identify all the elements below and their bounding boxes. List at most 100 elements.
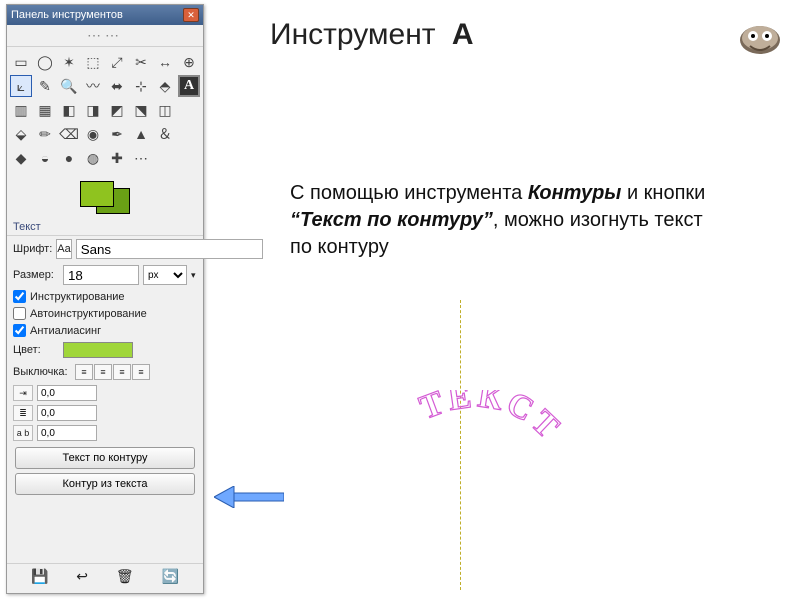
tool-zoom[interactable]: 🔍 bbox=[58, 75, 80, 97]
save-options-icon[interactable]: 💾 bbox=[31, 568, 48, 585]
tool-ellipse-select[interactable]: ◯ bbox=[34, 51, 56, 73]
indent-icon: ⇥ bbox=[13, 385, 33, 401]
line-spacing-row: ≣ bbox=[7, 403, 203, 423]
gimp-mascot-icon bbox=[730, 10, 790, 60]
description-text: С помощью инструмента Контуры и кнопки “… bbox=[290, 180, 730, 261]
indent-input[interactable] bbox=[37, 385, 97, 401]
tool-paths[interactable]: ⊕ bbox=[178, 51, 200, 73]
antialias-checkbox[interactable] bbox=[13, 324, 26, 337]
pointer-arrow-icon bbox=[214, 486, 284, 508]
tool-extra3[interactable]: ⋯ bbox=[130, 147, 152, 169]
tool-by-color[interactable]: ⤢ bbox=[106, 51, 128, 73]
font-picker-button[interactable]: Aa bbox=[56, 239, 71, 259]
antialias-label: Антиалиасинг bbox=[30, 325, 101, 337]
antialias-row: Антиалиасинг bbox=[7, 322, 203, 339]
titlebar[interactable]: Панель инструментов ✕ bbox=[7, 5, 203, 25]
page-title: Инструмент А bbox=[270, 18, 474, 52]
autohint-row: Автоинструктирование bbox=[7, 305, 203, 322]
gimp-logo-small: ⋯⋯ bbox=[7, 25, 203, 47]
path-from-text-button[interactable]: Контур из текста bbox=[15, 473, 195, 495]
panel-title: Панель инструментов bbox=[11, 9, 123, 21]
justify-center-icon[interactable]: ≡ bbox=[113, 364, 131, 380]
autohint-checkbox[interactable] bbox=[13, 307, 26, 320]
tool-clone[interactable]: ▲ bbox=[130, 123, 152, 145]
color-swatches[interactable] bbox=[7, 173, 203, 219]
font-label: Шрифт: bbox=[13, 243, 52, 255]
autohint-label: Автоинструктирование bbox=[30, 308, 147, 320]
tool-heal[interactable]: ＆ bbox=[154, 123, 176, 145]
delete-options-icon[interactable]: 🗑 bbox=[116, 568, 134, 585]
reset-options-icon[interactable]: 🔄 bbox=[162, 568, 179, 585]
dropdown-icon[interactable]: ▾ bbox=[191, 270, 196, 281]
section-text-label: Текст bbox=[7, 219, 203, 236]
hinting-row: Инструктирование bbox=[7, 288, 203, 305]
tool-airbrush[interactable]: ◉ bbox=[82, 123, 104, 145]
tool-pencil[interactable]: ⬙ bbox=[10, 123, 32, 145]
restore-options-icon[interactable]: ↩ bbox=[76, 568, 88, 585]
letter-spacing-icon: a b bbox=[13, 425, 33, 441]
tool-align[interactable]: ⬌ bbox=[106, 75, 128, 97]
size-row: Размер: px ▾ bbox=[7, 262, 203, 288]
justify-right-icon[interactable]: ≡ bbox=[94, 364, 112, 380]
tool-empty-3 bbox=[154, 147, 176, 169]
svg-text:ТЕКСТ: ТЕКСТ bbox=[415, 390, 569, 448]
tool-flip[interactable]: ◨ bbox=[82, 99, 104, 121]
tool-crop[interactable]: ⊹ bbox=[130, 75, 152, 97]
close-icon[interactable]: ✕ bbox=[183, 8, 199, 22]
justify-label: Выключка: bbox=[13, 366, 71, 378]
size-input[interactable] bbox=[63, 265, 139, 285]
justify-left-icon[interactable]: ≡ bbox=[75, 364, 93, 380]
unit-select[interactable]: px bbox=[143, 265, 187, 285]
tool-bucket[interactable]: ⬔ bbox=[130, 99, 152, 121]
size-label: Размер: bbox=[13, 269, 59, 281]
tool-smudge[interactable]: ◆ bbox=[10, 147, 32, 169]
bottom-icon-row: 💾 ↩ 🗑 🔄 bbox=[7, 563, 203, 589]
tool-empty-4 bbox=[178, 147, 200, 169]
hinting-label: Инструктирование bbox=[30, 291, 125, 303]
tool-paintbrush[interactable]: ✏ bbox=[34, 123, 56, 145]
tool-cage[interactable]: ◩ bbox=[106, 99, 128, 121]
tool-eraser[interactable]: ⌫ bbox=[58, 123, 80, 145]
letter-spacing-input[interactable] bbox=[37, 425, 97, 441]
tool-empty-2 bbox=[178, 123, 200, 145]
tool-rotate[interactable]: ⬘ bbox=[154, 75, 176, 97]
heading-main: Инструмент bbox=[270, 18, 436, 51]
toolbox-panel: Панель инструментов ✕ ⋯⋯ ▭ ◯ ✶ ⬚ ⤢ ✂ ↔ ⊕… bbox=[6, 4, 204, 594]
justify-buttons: ≡ ≡ ≡ ≡ bbox=[75, 364, 150, 380]
tool-move[interactable]: 〰 bbox=[82, 75, 104, 97]
curved-word: ТЕКСТ bbox=[415, 390, 569, 448]
line-spacing-icon: ≣ bbox=[13, 405, 33, 421]
justify-fill-icon[interactable]: ≡ bbox=[132, 364, 150, 380]
tool-scissors[interactable]: ✂ bbox=[130, 51, 152, 73]
tool-extra2[interactable]: ✚ bbox=[106, 147, 128, 169]
tool-blend[interactable]: ◫ bbox=[154, 99, 176, 121]
tool-extra1[interactable]: ◍ bbox=[82, 147, 104, 169]
letter-spacing-row: a b bbox=[7, 423, 203, 443]
tool-color-picker[interactable]: ⟀ bbox=[10, 75, 32, 97]
color-label: Цвет: bbox=[13, 344, 59, 356]
tool-measure[interactable]: ✎ bbox=[34, 75, 56, 97]
text-along-path-button[interactable]: Текст по контуру bbox=[15, 447, 195, 469]
justify-row: Выключка: ≡ ≡ ≡ ≡ bbox=[7, 361, 203, 383]
color-row: Цвет: bbox=[7, 339, 203, 361]
foreground-swatch[interactable] bbox=[80, 181, 114, 207]
indent-row: ⇥ bbox=[7, 383, 203, 403]
tool-blur[interactable]: ◒ bbox=[34, 147, 56, 169]
tool-shear[interactable]: ▦ bbox=[34, 99, 56, 121]
tool-ink[interactable]: ✒ bbox=[106, 123, 128, 145]
hinting-checkbox[interactable] bbox=[13, 290, 26, 303]
font-name-input[interactable] bbox=[76, 239, 263, 259]
tool-fuzzy-select[interactable]: ⬚ bbox=[82, 51, 104, 73]
tool-perspective[interactable]: ◧ bbox=[58, 99, 80, 121]
tool-scale[interactable]: ▥ bbox=[10, 99, 32, 121]
curved-text-sample: ТЕКСТ bbox=[410, 390, 630, 550]
tool-foreground[interactable]: ↔ bbox=[154, 51, 176, 73]
tool-dodge[interactable]: ● bbox=[58, 147, 80, 169]
tool-free-select[interactable]: ✶ bbox=[58, 51, 80, 73]
heading-letter: А bbox=[452, 18, 474, 51]
tool-grid: ▭ ◯ ✶ ⬚ ⤢ ✂ ↔ ⊕ ⟀ ✎ 🔍 〰 ⬌ ⊹ ⬘ A ▥ ▦ ◧ ◨ … bbox=[7, 47, 203, 173]
line-spacing-input[interactable] bbox=[37, 405, 97, 421]
tool-text[interactable]: A bbox=[178, 75, 200, 97]
text-color-swatch[interactable] bbox=[63, 342, 133, 358]
tool-rect-select[interactable]: ▭ bbox=[10, 51, 32, 73]
